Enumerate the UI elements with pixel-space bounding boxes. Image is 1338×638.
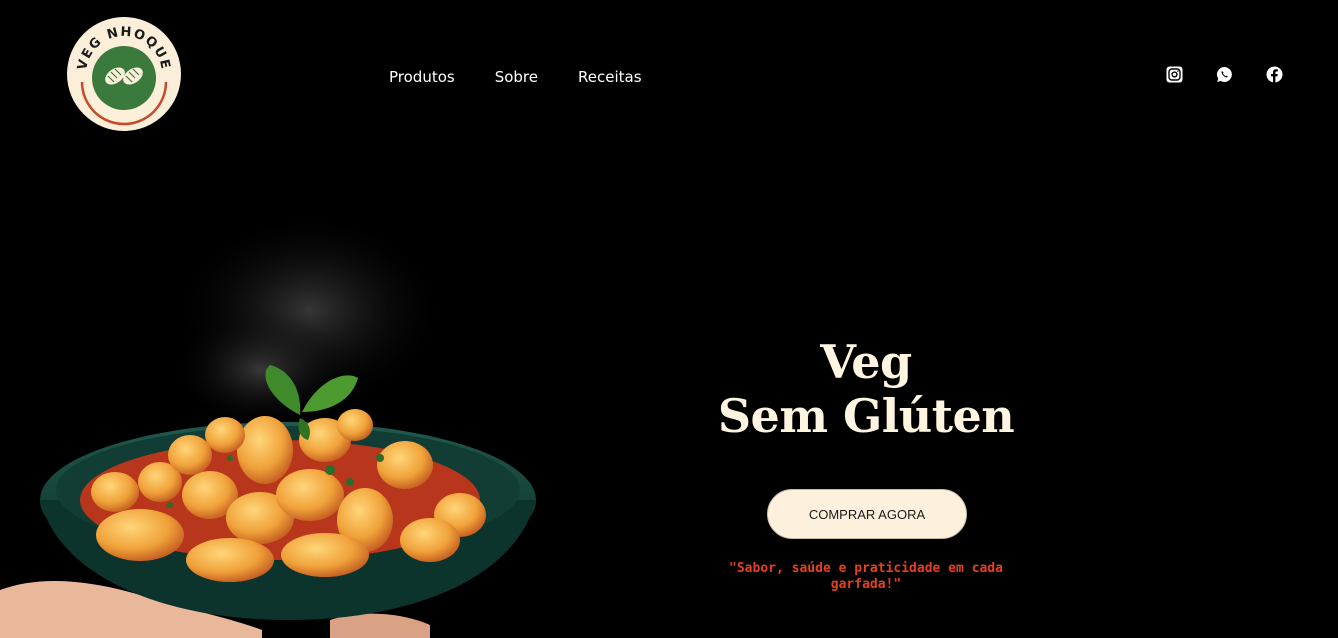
hero-title-line2: Sem Glúten	[717, 389, 1015, 443]
social-links	[1165, 65, 1315, 83]
hero-gnocchi-image	[0, 200, 600, 638]
logo-graphic: VEG NHOQUE	[67, 17, 181, 131]
nav-item-sobre[interactable]: Sobre	[495, 68, 538, 86]
nav-item-receitas[interactable]: Receitas	[578, 68, 642, 86]
main-nav: Produtos Sobre Receitas	[389, 68, 682, 86]
comprar-agora-button[interactable]: COMPRAR AGORA	[767, 489, 967, 539]
nav-item-produtos[interactable]: Produtos	[389, 68, 455, 86]
facebook-icon[interactable]	[1265, 65, 1283, 83]
instagram-icon[interactable]	[1165, 65, 1183, 83]
brand-logo[interactable]: VEG NHOQUE	[66, 16, 182, 132]
hero-tagline: "Sabor, saúde e praticidade em cada garf…	[729, 561, 1003, 592]
hero-title: Veg Sem Glúten	[680, 335, 1052, 443]
whatsapp-icon[interactable]	[1215, 65, 1233, 83]
hero-title-line1: Veg	[820, 335, 912, 389]
